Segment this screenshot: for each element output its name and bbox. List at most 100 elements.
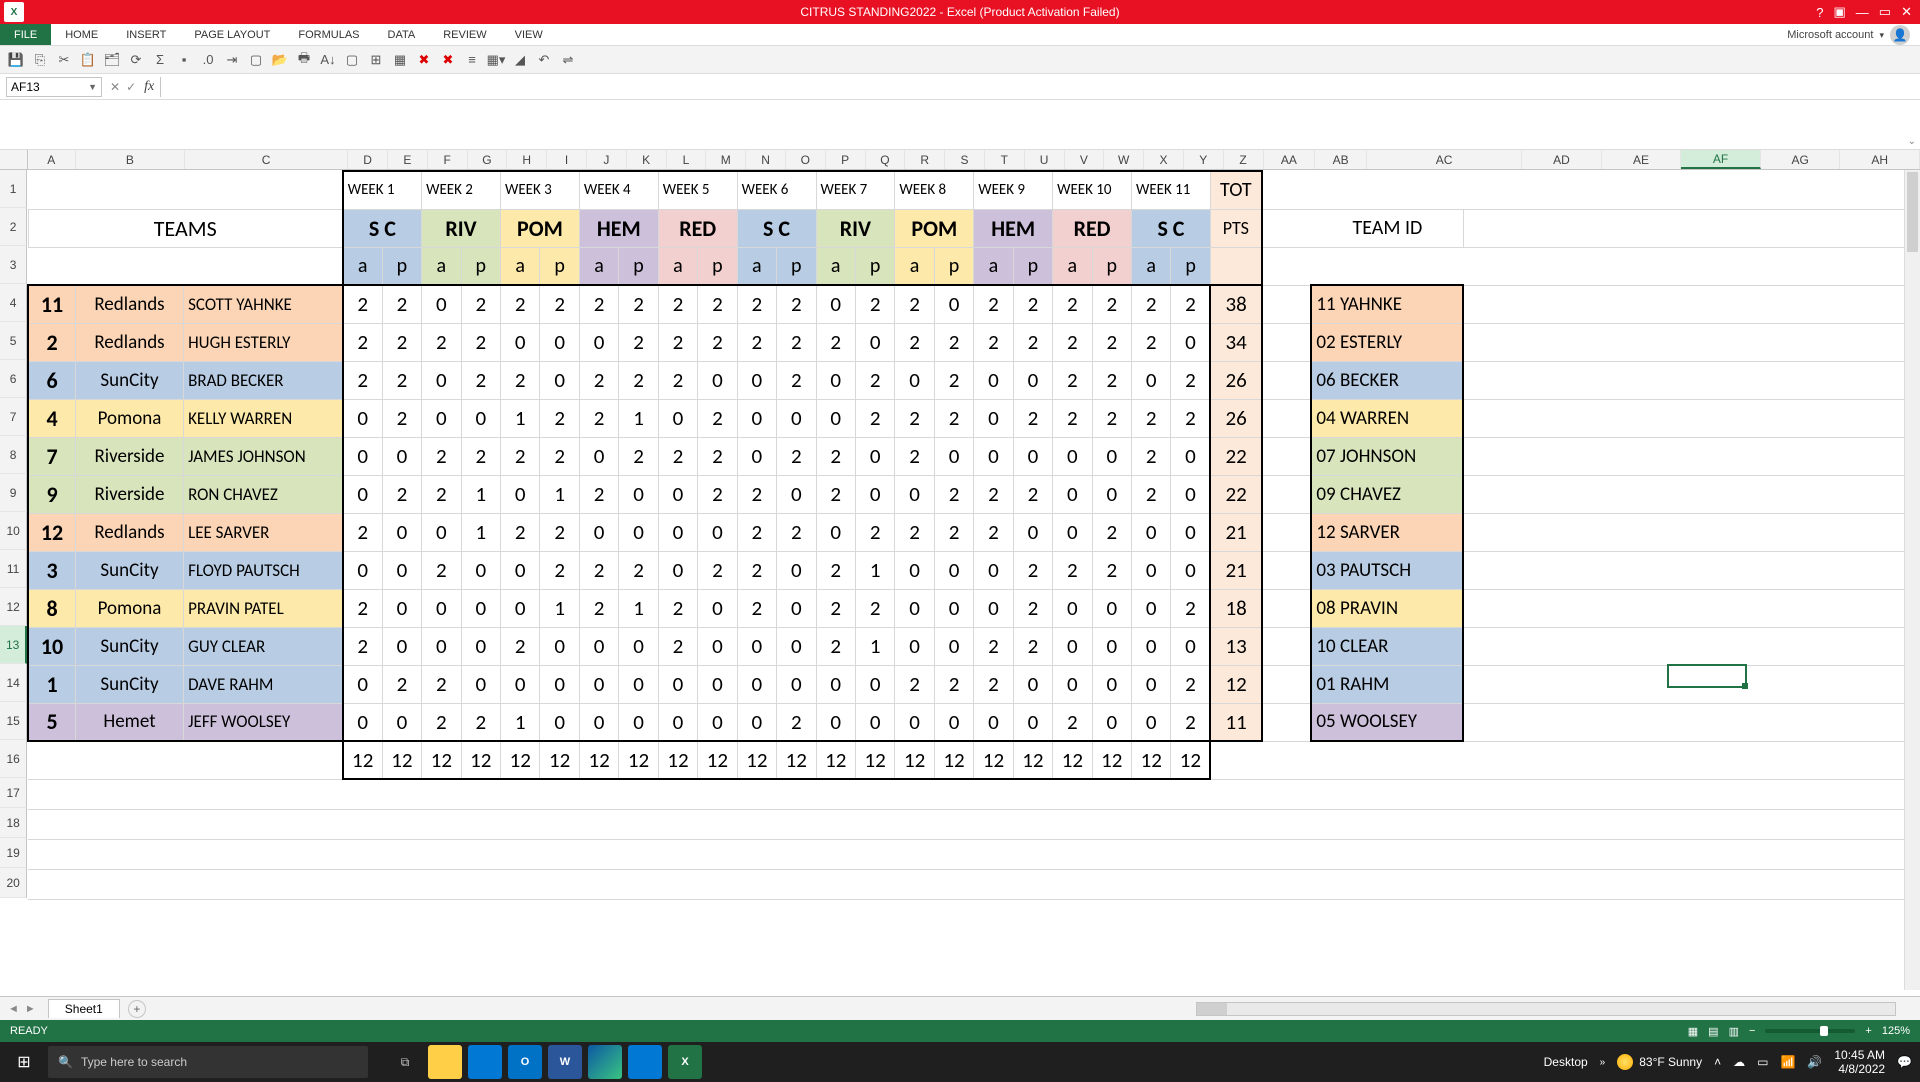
ribbon-display-icon[interactable]: ▣ — [1834, 4, 1846, 20]
clipboard-icon[interactable]: 🗂 — [104, 52, 120, 68]
score-cell[interactable]: 2 — [343, 513, 382, 551]
week-header[interactable]: WEEK 2 — [422, 171, 501, 209]
tab-view[interactable]: VIEW — [501, 24, 557, 45]
week-header[interactable]: WEEK 9 — [974, 171, 1053, 209]
location-header[interactable]: HEM — [974, 209, 1053, 247]
score-cell[interactable]: 0 — [1171, 323, 1210, 361]
refresh-icon[interactable]: ⟳ — [128, 52, 144, 68]
score-cell[interactable]: 2 — [698, 399, 737, 437]
score-cell[interactable]: 2 — [382, 323, 421, 361]
vertical-scrollbar[interactable] — [1904, 170, 1920, 990]
col-header-AD[interactable]: AD — [1522, 150, 1602, 169]
score-cell[interactable]: 0 — [579, 513, 618, 551]
col-header-X[interactable]: X — [1144, 150, 1184, 169]
tab-formulas[interactable]: FORMULAS — [284, 24, 373, 45]
score-cell[interactable]: 2 — [461, 361, 500, 399]
col-header-AH[interactable]: AH — [1840, 150, 1920, 169]
score-cell[interactable]: 0 — [698, 703, 737, 741]
score-cell[interactable]: 2 — [1171, 285, 1210, 323]
team-number[interactable]: 10 — [28, 627, 75, 665]
edge-icon[interactable] — [588, 1045, 622, 1079]
score-cell[interactable]: 1 — [540, 475, 579, 513]
score-cell[interactable]: 2 — [1132, 323, 1171, 361]
team-id-cell[interactable]: 10 CLEAR — [1311, 627, 1463, 665]
col-header-N[interactable]: N — [746, 150, 786, 169]
score-cell[interactable]: 0 — [737, 361, 776, 399]
score-cell[interactable]: 2 — [382, 285, 421, 323]
score-cell[interactable]: 2 — [579, 285, 618, 323]
col-header-M[interactable]: M — [706, 150, 746, 169]
score-cell[interactable]: 0 — [1171, 437, 1210, 475]
score-cell[interactable]: 0 — [855, 475, 894, 513]
week-header[interactable]: WEEK 4 — [579, 171, 658, 209]
score-cell[interactable]: 0 — [343, 399, 382, 437]
score-cell[interactable]: 2 — [658, 361, 697, 399]
score-cell[interactable]: 2 — [343, 627, 382, 665]
score-cell[interactable]: 2 — [1013, 399, 1052, 437]
freeze-icon[interactable]: ⊞ — [368, 52, 384, 68]
team-number[interactable]: 12 — [28, 513, 75, 551]
score-cell[interactable]: 0 — [1132, 703, 1171, 741]
sum-cell[interactable]: 12 — [1053, 741, 1092, 779]
sum-cell[interactable]: 12 — [974, 741, 1013, 779]
team-name[interactable]: BRAD BECKER — [184, 361, 343, 399]
pts-header[interactable]: PTS — [1210, 209, 1261, 247]
comment-icon[interactable]: ▢ — [344, 52, 360, 68]
p-header[interactable]: p — [698, 247, 737, 285]
sum-cell[interactable]: 12 — [855, 741, 894, 779]
team-name[interactable]: KELLY WARREN — [184, 399, 343, 437]
col-header-F[interactable]: F — [428, 150, 468, 169]
a-header[interactable]: a — [501, 247, 540, 285]
score-cell[interactable]: 0 — [1132, 589, 1171, 627]
row-header-9[interactable]: 9 — [0, 474, 27, 512]
score-cell[interactable]: 2 — [816, 475, 855, 513]
score-cell[interactable]: 2 — [1053, 399, 1092, 437]
score-cell[interactable]: 0 — [895, 361, 934, 399]
score-cell[interactable]: 2 — [1171, 589, 1210, 627]
score-cell[interactable]: 2 — [540, 399, 579, 437]
score-cell[interactable]: 2 — [658, 627, 697, 665]
team-city[interactable]: SunCity — [75, 627, 183, 665]
score-cell[interactable]: 2 — [540, 437, 579, 475]
score-cell[interactable]: 2 — [619, 551, 658, 589]
row-header-5[interactable]: 5 — [0, 322, 27, 360]
score-cell[interactable]: 2 — [895, 665, 934, 703]
score-cell[interactable]: 2 — [1013, 475, 1052, 513]
score-cell[interactable]: 0 — [1013, 513, 1052, 551]
clear-icon[interactable]: ◢ — [512, 52, 528, 68]
team-id-cell[interactable]: 08 PRAVIN — [1311, 589, 1463, 627]
add-sheet-button[interactable]: + — [128, 1000, 146, 1018]
row-header-7[interactable]: 7 — [0, 398, 27, 436]
score-cell[interactable]: 2 — [1132, 437, 1171, 475]
score-cell[interactable]: 0 — [422, 399, 461, 437]
word-icon[interactable]: W — [548, 1045, 582, 1079]
team-city[interactable]: Riverside — [75, 475, 183, 513]
score-cell[interactable]: 2 — [698, 475, 737, 513]
score-cell[interactable]: 0 — [934, 589, 973, 627]
taskbar-search[interactable]: 🔍 Type here to search — [48, 1046, 368, 1078]
score-cell[interactable]: 0 — [422, 285, 461, 323]
chart-icon[interactable]: ▪ — [176, 52, 192, 68]
sum-icon[interactable]: Σ — [152, 52, 168, 68]
sum-cell[interactable]: 12 — [658, 741, 697, 779]
score-cell[interactable]: 1 — [501, 703, 540, 741]
score-cell[interactable]: 2 — [619, 437, 658, 475]
score-cell[interactable]: 2 — [1013, 627, 1052, 665]
score-cell[interactable]: 0 — [540, 627, 579, 665]
score-cell[interactable]: 0 — [382, 703, 421, 741]
score-cell[interactable]: 2 — [1092, 361, 1131, 399]
weather-widget[interactable]: 83°F Sunny — [1617, 1054, 1702, 1070]
score-cell[interactable]: 0 — [1092, 437, 1131, 475]
score-cell[interactable]: 2 — [1092, 323, 1131, 361]
score-cell[interactable]: 2 — [895, 285, 934, 323]
score-cell[interactable]: 0 — [974, 361, 1013, 399]
score-cell[interactable]: 2 — [501, 513, 540, 551]
score-cell[interactable]: 0 — [934, 627, 973, 665]
team-id-cell[interactable]: 12 SARVER — [1311, 513, 1463, 551]
location-header[interactable]: S C — [343, 209, 422, 247]
score-cell[interactable]: 2 — [855, 361, 894, 399]
score-cell[interactable]: 2 — [540, 285, 579, 323]
fx-icon[interactable]: fx — [144, 79, 154, 95]
sum-cell[interactable]: 12 — [934, 741, 973, 779]
score-cell[interactable]: 0 — [579, 627, 618, 665]
